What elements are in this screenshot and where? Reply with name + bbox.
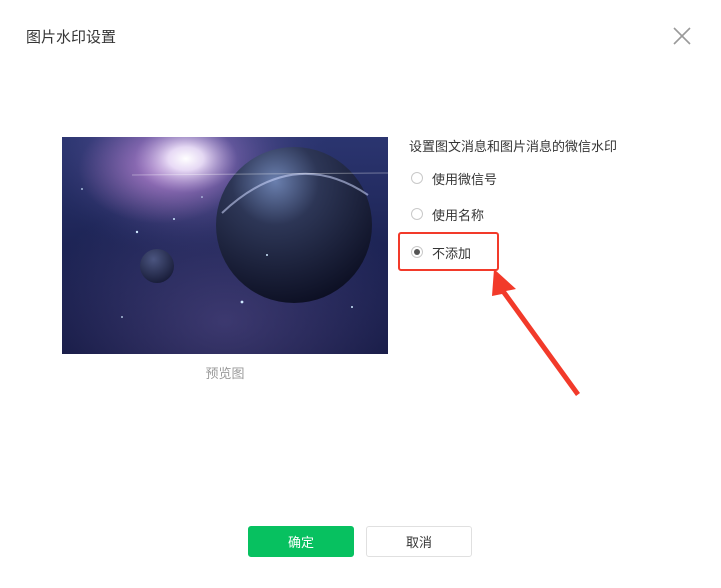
radio-label: 使用微信号 [432,172,498,188]
close-icon [673,27,691,45]
preview-caption: 预览图 [205,367,245,382]
dialog-title: 图片水印设置 [26,28,117,46]
radio-button[interactable] [411,208,423,220]
arrow-icon [492,269,580,396]
radio-label: 使用名称 [432,208,485,224]
preview-image [62,137,388,354]
radio-option-name[interactable]: 使用名称 [411,204,484,224]
radio-button[interactable] [411,172,423,184]
watermark-options-heading: 设置图文消息和图片消息的微信水印 [409,140,618,155]
radio-option-wechat-id[interactable]: 使用微信号 [411,168,497,188]
confirm-button[interactable]: 确定 [248,526,354,557]
cancel-button[interactable]: 取消 [366,526,472,557]
close-button[interactable] [671,25,693,47]
